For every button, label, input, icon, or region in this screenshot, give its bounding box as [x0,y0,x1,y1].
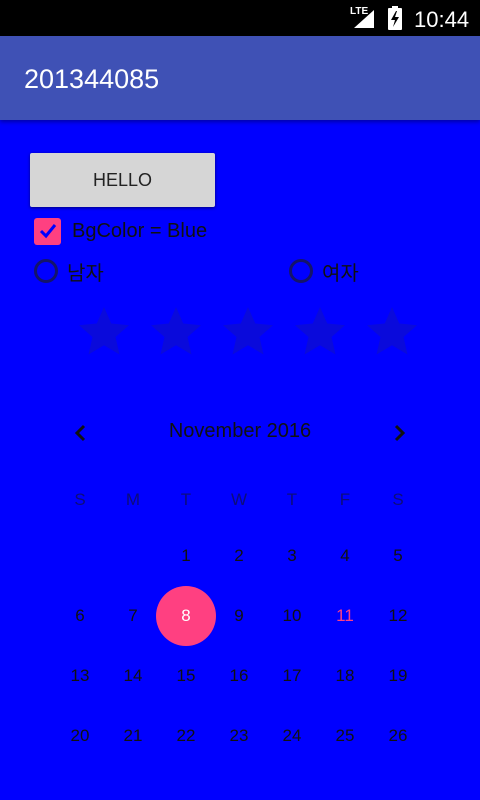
star-icon[interactable] [284,296,356,368]
weekday-label: T [286,490,298,509]
calendar-day[interactable]: 23 [211,708,267,764]
radio-label-male: 남자 [67,262,104,285]
calendar-day[interactable]: 17 [264,648,320,704]
calendar-day[interactable]: 1 [158,528,214,584]
bgcolor-checkbox[interactable]: BgColor = Blue [34,217,207,245]
app-title: 201344085 [24,64,160,94]
calendar-day[interactable]: 16 [211,648,267,704]
star-icon[interactable] [140,296,212,368]
radio-male[interactable]: 남자 [34,257,104,285]
calendar-day[interactable]: 19 [370,648,426,704]
calendar-day[interactable]: 6 [52,588,108,644]
checkbox-checked-icon[interactable] [34,217,61,245]
status-time: 10:44 [414,7,470,32]
weekday-label: W [230,490,248,509]
star-icon[interactable] [212,296,284,368]
star-icon[interactable] [356,296,428,368]
weekday-label: S [392,490,404,509]
app-bar: 201344085 [0,36,480,120]
calendar-day[interactable]: 9 [211,588,267,644]
calendar-day[interactable]: 13 [52,648,108,704]
calendar-day[interactable]: 21 [105,708,161,764]
hello-button[interactable]: HELLO [30,153,215,207]
calendar-day[interactable]: 2 [211,528,267,584]
weekday-label: M [125,490,141,509]
radio-circle-icon[interactable] [289,259,313,283]
checkbox-label: BgColor = Blue [72,219,208,242]
chevron-left-icon[interactable] [66,418,96,448]
calendar-day[interactable]: 20 [52,708,108,764]
status-bar: LTE 10:44 [0,0,480,36]
calendar-day[interactable]: 24 [264,708,320,764]
calendar-view: November 2016 S M T W T F S 1 2 3 4 5 6 … [0,400,480,800]
battery-charging-icon [388,6,402,35]
calendar-day[interactable]: 14 [105,648,161,704]
radio-circle-icon[interactable] [34,259,58,283]
weekday-label: T [180,490,192,509]
radio-female[interactable]: 여자 [289,257,359,285]
calendar-day[interactable]: 3 [264,528,320,584]
calendar-day[interactable]: 7 [105,588,161,644]
weekday-label: F [339,490,351,509]
signal-icon [352,8,378,35]
calendar-day-selected[interactable]: 8 [156,586,216,646]
calendar-day[interactable]: 10 [264,588,320,644]
calendar-day[interactable]: 26 [370,708,426,764]
calendar-day[interactable]: 25 [317,708,373,764]
radio-label-female: 여자 [322,262,359,285]
calendar-day[interactable]: 12 [370,588,426,644]
star-icon[interactable] [68,296,140,368]
calendar-day-today[interactable]: 11 [317,588,373,644]
rating-bar[interactable] [68,296,428,368]
calendar-day[interactable]: 15 [158,648,214,704]
calendar-day[interactable]: 4 [317,528,373,584]
calendar-day[interactable]: 18 [317,648,373,704]
calendar-month-title: November 2016 [168,420,312,442]
chevron-right-icon[interactable] [384,418,414,448]
calendar-day[interactable]: 22 [158,708,214,764]
weekday-label: S [74,490,86,509]
calendar-day[interactable]: 5 [370,528,426,584]
